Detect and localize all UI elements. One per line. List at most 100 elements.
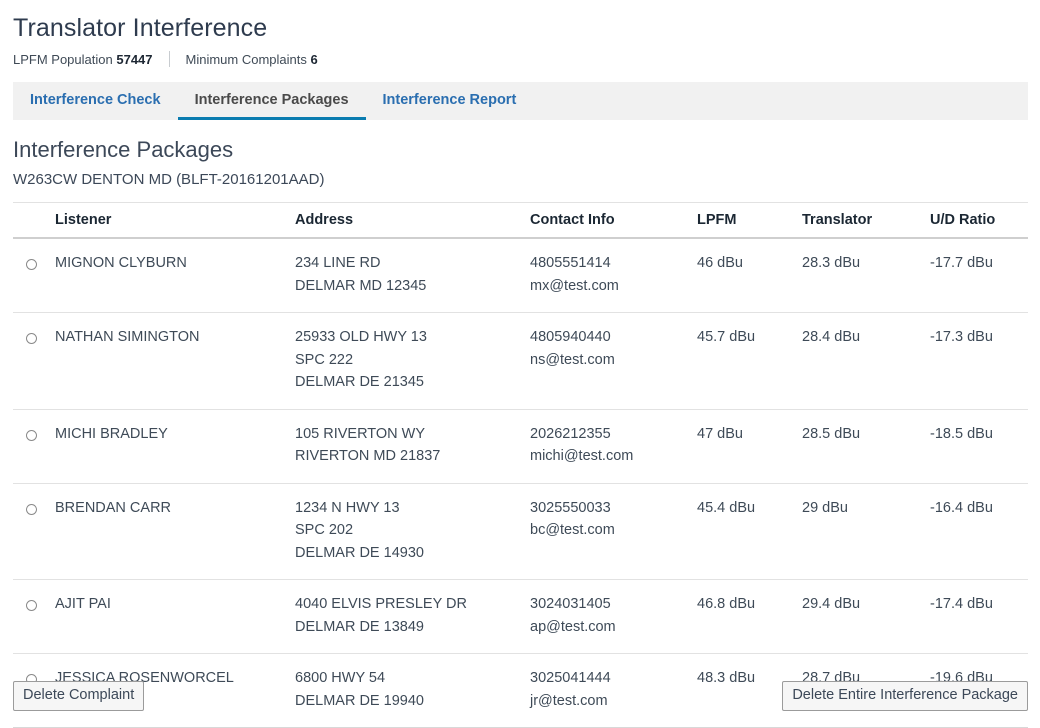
listener-cell: MICHI BRADLEY <box>55 409 295 484</box>
table-row: NATHAN SIMINGTON 25933 OLD HWY 13 SPC 222 D… <box>13 312 1028 410</box>
ud-ratio-cell: -17.3 dBu <box>930 312 1028 410</box>
meta-lpfm-population: LPFM Population 57447 <box>13 52 153 67</box>
page-meta: LPFM Population 57447 Minimum Complaints… <box>13 50 1040 68</box>
contact-phone: 4805551414 <box>530 255 611 271</box>
row-radio-button[interactable] <box>26 600 37 612</box>
row-select-cell <box>13 579 55 654</box>
row-radio-button[interactable] <box>26 503 37 515</box>
page-title: Translator Interference <box>13 14 268 42</box>
table-row: BRENDAN CARR 1234 N HWY 13 SPC 202 DELMAR D… <box>13 483 1028 580</box>
tabbar: Interference Check Interference Packages… <box>13 82 1028 120</box>
contact-info-cell: 3025550033 bc@test.com <box>530 483 697 580</box>
column-header-select <box>13 202 55 239</box>
delete-entire-interference-package-button[interactable]: Delete Entire Interference Package <box>782 681 1028 711</box>
contact-email: bc@test.com <box>530 522 615 538</box>
column-header-translator: Translator <box>802 202 930 239</box>
table-body: MIGNON CLYBURN 234 LINE RD DELMAR MD 12345… <box>13 238 1028 728</box>
ud-ratio-cell: -17.7 dBu <box>930 238 1028 313</box>
address-cell: 234 LINE RD DELMAR MD 12345 <box>295 238 530 313</box>
meta-minimum-complaints-label: Minimum Complaints <box>185 51 307 67</box>
ud-ratio-cell: -18.5 dBu <box>930 409 1028 484</box>
address-line: 1234 N HWY 13 <box>295 499 400 516</box>
lpfm-cell: 45.4 dBu <box>697 483 802 580</box>
column-header-listener: Listener <box>55 202 295 239</box>
tab-interference-report-label: Interference Report <box>382 91 517 108</box>
contact-phone: 4805940440 <box>530 329 611 345</box>
row-select-cell <box>13 409 55 484</box>
row-radio-button[interactable] <box>26 259 37 271</box>
lpfm-cell: 45.7 dBu <box>697 312 802 410</box>
row-select-cell <box>13 238 55 313</box>
address-line: 234 LINE RD <box>295 255 381 271</box>
tab-interference-report[interactable]: Interference Report <box>366 82 534 120</box>
section-subtitle: W263CW DENTON MD (BLFT-20161201AAD) <box>13 171 325 188</box>
listener-cell: AJIT PAI <box>55 579 295 654</box>
listener-cell: MIGNON CLYBURN <box>55 238 295 313</box>
translator-cell: 29.4 dBu <box>802 579 930 654</box>
contact-email: ns@test.com <box>530 351 615 368</box>
row-radio-button[interactable] <box>26 333 37 345</box>
page-header: Translator Interference LPFM Population … <box>0 0 1040 68</box>
contact-phone: 3025550033 <box>530 499 611 516</box>
meta-minimum-complaints-value: 6 <box>310 51 318 67</box>
address-line: SPC 202 <box>295 522 354 538</box>
address-line: RIVERTON MD 21837 <box>295 448 441 464</box>
meta-lpfm-population-label: LPFM Population <box>13 51 113 67</box>
address-cell: 25933 OLD HWY 13 SPC 222 DELMAR DE 21345 <box>295 312 530 410</box>
contact-info-cell: 4805551414 mx@test.com <box>530 238 697 313</box>
lpfm-cell: 46 dBu <box>697 238 802 313</box>
contact-info-cell: 2026212355 michi@test.com <box>530 409 697 484</box>
table-row: AJIT PAI 4040 ELVIS PRESLEY DR DELMAR DE 1… <box>13 579 1028 654</box>
contact-info-cell: 4805940440 ns@test.com <box>530 312 697 410</box>
address-cell: 105 RIVERTON WY RIVERTON MD 21837 <box>295 409 530 484</box>
meta-divider <box>168 51 170 67</box>
address-line: DELMAR MD 12345 <box>295 277 427 294</box>
interference-packages-table: Listener Address Contact Info LPFM Trans… <box>13 202 1028 728</box>
tab-interference-packages[interactable]: Interference Packages <box>177 82 366 120</box>
listener-cell: NATHAN SIMINGTON <box>55 312 295 410</box>
interference-packages-section: Interference Packages W263CW DENTON MD (… <box>13 136 1028 728</box>
translator-cell: 28.4 dBu <box>802 312 930 410</box>
section-title: Interference Packages <box>13 137 234 162</box>
contact-info-cell: 3024031405 ap@test.com <box>530 579 697 654</box>
contact-email: ap@test.com <box>530 618 616 635</box>
tab-interference-packages-label: Interference Packages <box>194 91 349 108</box>
address-line: DELMAR DE 21345 <box>295 374 424 390</box>
row-select-cell <box>13 483 55 580</box>
address-line: DELMAR DE 14930 <box>295 544 424 561</box>
address-line: DELMAR DE 13849 <box>295 618 424 635</box>
contact-phone: 3024031405 <box>530 596 611 612</box>
column-header-ud-ratio: U/D Ratio <box>930 202 1028 239</box>
lpfm-cell: 47 dBu <box>697 409 802 484</box>
address-line: 105 RIVERTON WY <box>295 425 426 442</box>
meta-minimum-complaints: Minimum Complaints 6 <box>186 52 318 67</box>
column-header-address: Address <box>295 202 530 239</box>
table-row: MICHI BRADLEY 105 RIVERTON WY RIVERTON MD … <box>13 409 1028 484</box>
listener-cell: BRENDAN CARR <box>55 483 295 580</box>
table-row: MIGNON CLYBURN 234 LINE RD DELMAR MD 12345… <box>13 238 1028 313</box>
lpfm-cell: 46.8 dBu <box>697 579 802 654</box>
column-header-lpfm: LPFM <box>697 202 802 239</box>
translator-cell: 28.3 dBu <box>802 238 930 313</box>
ud-ratio-cell: -16.4 dBu <box>930 483 1028 580</box>
contact-email: mx@test.com <box>530 277 619 294</box>
translator-cell: 28.5 dBu <box>802 409 930 484</box>
column-header-contact-info: Contact Info <box>530 202 697 239</box>
delete-complaint-button[interactable]: Delete Complaint <box>13 681 145 711</box>
table-header: Listener Address Contact Info LPFM Trans… <box>13 202 1028 239</box>
translator-cell: 29 dBu <box>802 483 930 580</box>
row-radio-button[interactable] <box>26 429 37 441</box>
meta-lpfm-population-value: 57447 <box>116 51 153 67</box>
address-line: SPC 222 <box>295 351 354 368</box>
table-header-row: Listener Address Contact Info LPFM Trans… <box>13 202 1028 239</box>
contact-email: michi@test.com <box>530 448 634 464</box>
tab-interference-check[interactable]: Interference Check <box>13 82 178 120</box>
contact-phone: 2026212355 <box>530 425 611 442</box>
address-line: 4040 ELVIS PRESLEY DR <box>295 596 467 612</box>
row-select-cell <box>13 312 55 410</box>
address-line: 25933 OLD HWY 13 <box>295 329 427 345</box>
tab-interference-check-label: Interference Check <box>30 91 161 108</box>
footer-actions: Delete Complaint Delete Entire Interfere… <box>0 681 1040 718</box>
address-cell: 1234 N HWY 13 SPC 202 DELMAR DE 14930 <box>295 483 530 580</box>
ud-ratio-cell: -17.4 dBu <box>930 579 1028 654</box>
